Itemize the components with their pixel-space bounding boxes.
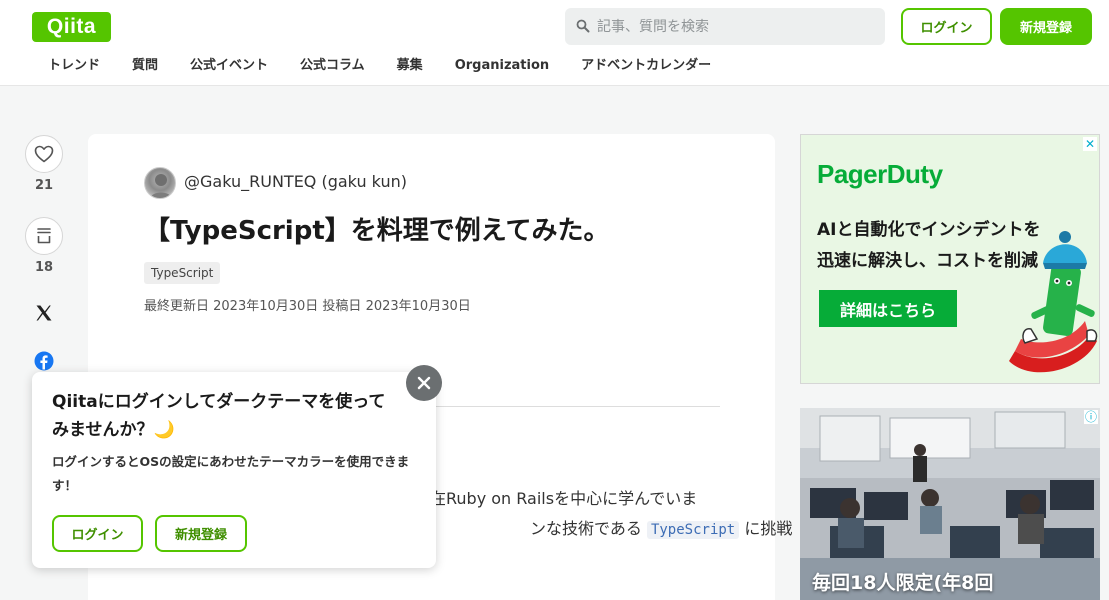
article-body-line: ンな技術である TypeScript に挑戦	[530, 515, 792, 539]
popup-close-button[interactable]	[406, 365, 442, 401]
nav-item-advent-calendar[interactable]: アドベントカレンダー	[565, 57, 727, 77]
nav-item-organization[interactable]: Organization	[439, 57, 565, 77]
tag-typescript[interactable]: TypeScript	[144, 262, 221, 284]
close-icon	[417, 376, 431, 390]
mascot-illustration	[1009, 231, 1098, 373]
popup-description: ログインするとOSの設定にあわせたテーマカラーを使用できます！	[52, 454, 410, 493]
pagerduty-logo: PagerDuty	[817, 159, 943, 189]
signup-button[interactable]: 新規登録	[1000, 8, 1092, 45]
search-input[interactable]	[597, 8, 877, 45]
popup-title: Qiitaにログインしてダークテーマを使ってみませんか？🌙	[52, 392, 386, 440]
dark-theme-popup: Qiitaにログインしてダークテーマを使ってみませんか？🌙 ログインするとOSの…	[32, 372, 436, 568]
stock-icon	[37, 228, 51, 244]
nav-item-recruitment[interactable]: 募集	[381, 57, 439, 77]
stock-count: 18	[34, 260, 54, 275]
ad-details-button[interactable]: 詳細はこちら	[819, 290, 957, 327]
like-count: 21	[34, 178, 54, 193]
nav-item-questions[interactable]: 質問	[116, 57, 174, 77]
popup-login-button[interactable]: ログイン	[52, 515, 143, 552]
ad-pagerduty[interactable]: ✕ PagerDuty AIと自動化でインシデントを 迅速に解決し、コストを削減…	[800, 134, 1100, 384]
article-title: 【TypeScript】を料理で例えてみた。	[144, 216, 610, 246]
stock-button[interactable]	[25, 217, 63, 255]
body-text: ンな技術である	[530, 519, 642, 538]
nav-item-official-events[interactable]: 公式イベント	[174, 57, 284, 77]
author-avatar[interactable]	[144, 167, 176, 199]
heart-icon	[34, 145, 54, 163]
author-name[interactable]: @Gaku_RUNTEQ (gaku kun)	[184, 172, 407, 191]
stock-action: 18	[25, 217, 63, 275]
ad-classroom[interactable]: ⓘ 毎回18人限定(年8回	[800, 408, 1100, 600]
search-box[interactable]	[565, 8, 885, 45]
global-nav: トレンド 質問 公式イベント 公式コラム 募集 Organization アドベ…	[32, 57, 727, 77]
site-header: Qiita ログイン 新規登録 トレンド 質問 公式イベント 公式コラム 募集 …	[0, 0, 1109, 86]
ad-caption: 毎回18人限定(年8回	[812, 572, 994, 594]
popup-signup-button[interactable]: 新規登録	[155, 515, 247, 552]
nav-item-official-columns[interactable]: 公式コラム	[284, 57, 381, 77]
ad-info-icon[interactable]: ⓘ	[1084, 410, 1098, 424]
qiita-logo[interactable]: Qiita	[32, 12, 111, 42]
ad-close-icon[interactable]: ✕	[1083, 137, 1097, 151]
inline-code: TypeScript	[646, 521, 740, 539]
like-action: 21	[25, 135, 63, 193]
article-body-line: 在Ruby on Railsを中心に学んでいま	[430, 489, 698, 508]
login-button[interactable]: ログイン	[901, 8, 992, 45]
x-icon[interactable]	[34, 303, 54, 323]
search-icon	[576, 19, 590, 33]
facebook-icon[interactable]	[34, 351, 54, 371]
nav-item-trend[interactable]: トレンド	[32, 57, 116, 77]
article-dates: 最終更新日 2023年10月30日 投稿日 2023年10月30日	[144, 299, 471, 314]
body-text: に挑戦	[744, 519, 793, 538]
like-button[interactable]	[25, 135, 63, 173]
